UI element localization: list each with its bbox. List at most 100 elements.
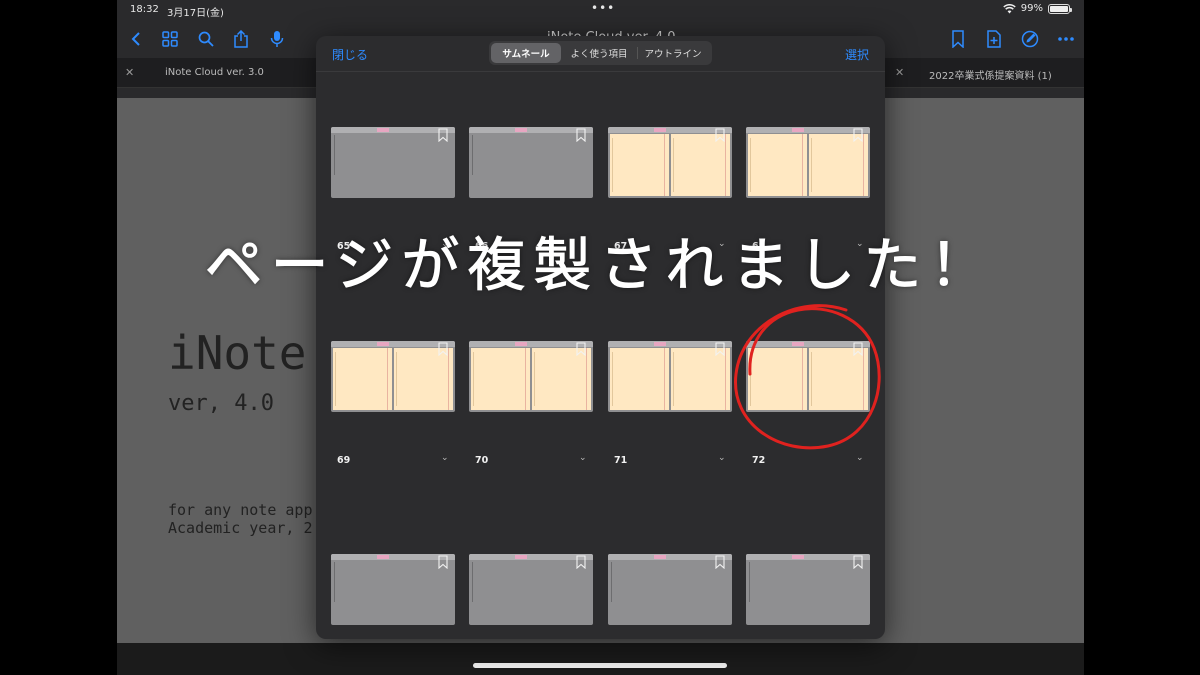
page-thumbnail[interactable]	[331, 127, 455, 198]
thumb-page-left	[610, 134, 669, 196]
highlight-circle	[734, 304, 881, 450]
page-thumbnail[interactable]	[608, 554, 732, 625]
bookmark-icon[interactable]	[853, 128, 863, 142]
thumb-header	[331, 341, 455, 347]
page-number: 69	[337, 455, 351, 466]
thumb-margin-line	[472, 562, 473, 602]
tab-proposal[interactable]: 2022卒業式係提案資料 (1)	[929, 67, 1052, 82]
bookmark-icon[interactable]	[576, 128, 586, 142]
ipad-screen: 18:32 3月17日(金) ••• 99% iNote Cloud ver. …	[117, 0, 1084, 675]
thumb-header	[608, 554, 732, 560]
status-right: 99%	[1003, 3, 1072, 14]
page-number: 70	[475, 455, 489, 466]
more-icon[interactable]	[1055, 28, 1077, 50]
thumb-header	[608, 127, 732, 133]
multitasking-dots-icon[interactable]: •••	[591, 1, 615, 15]
tab-close-icon[interactable]: ✕	[895, 66, 904, 79]
status-time: 18:32	[130, 4, 159, 15]
thumb-margin-line	[334, 135, 335, 175]
page-number: 71	[614, 455, 628, 466]
thumb-tab-marker	[792, 128, 804, 132]
thumb-margin-line	[334, 562, 335, 602]
bookmark-icon[interactable]	[438, 342, 448, 356]
battery-icon	[1048, 3, 1072, 14]
page-thumbnail[interactable]	[608, 127, 732, 198]
microphone-icon[interactable]	[266, 28, 288, 50]
thumb-header	[469, 554, 593, 560]
thumb-margin-line	[611, 562, 612, 602]
page-thumbnail[interactable]	[746, 127, 870, 198]
thumb-page-right	[671, 134, 730, 196]
thumb-page-right	[532, 348, 591, 410]
add-page-icon[interactable]	[983, 28, 1005, 50]
thumb-tab-marker	[377, 342, 389, 346]
thumb-page-right	[394, 348, 453, 410]
thumb-tab-marker	[515, 128, 527, 132]
wifi-icon	[1003, 3, 1016, 13]
page-menu-chevron-icon[interactable]: ⌄	[579, 453, 587, 463]
thumb-page-left	[333, 348, 392, 410]
thumb-margin-line	[472, 135, 473, 175]
bookmark-icon[interactable]	[576, 342, 586, 356]
page-number: 72	[752, 455, 766, 466]
pencil-circle-icon[interactable]	[1019, 28, 1041, 50]
thumb-margin-line	[749, 562, 750, 602]
doc-version-text: ver, 4.0	[168, 391, 274, 416]
page-menu-chevron-icon[interactable]: ⌄	[718, 453, 726, 463]
search-icon[interactable]	[195, 28, 217, 50]
thumb-header	[746, 554, 870, 560]
popover-header: 閉じる サムネール よく使う項目 アウトライン 選択	[316, 36, 885, 72]
thumb-tab-marker	[377, 555, 389, 559]
thumb-page-right	[809, 134, 868, 196]
thumb-header	[331, 127, 455, 133]
bookmark-icon[interactable]	[438, 555, 448, 569]
thumb-page-left	[471, 348, 530, 410]
thumb-tab-marker	[515, 555, 527, 559]
thumb-page-right	[671, 348, 730, 410]
battery-fill	[1050, 5, 1068, 12]
thumb-tab-marker	[654, 342, 666, 346]
thumb-page-left	[748, 134, 807, 196]
thumb-header	[331, 554, 455, 560]
segment-thumbnails[interactable]: サムネール	[491, 43, 561, 63]
close-button[interactable]: 閉じる	[332, 46, 368, 63]
share-icon[interactable]	[230, 28, 252, 50]
thumb-tab-marker	[515, 342, 527, 346]
bookmark-icon[interactable]	[576, 555, 586, 569]
page-menu-chevron-icon[interactable]: ⌄	[441, 453, 449, 463]
segment-favorites[interactable]: よく使う項目	[561, 43, 637, 63]
segment-outline[interactable]: アウトライン	[638, 43, 708, 63]
page-thumbnail[interactable]	[608, 341, 732, 412]
duplicated-caption: ページが複製されました！	[204, 231, 996, 300]
thumb-header	[608, 341, 732, 347]
page-thumbnail[interactable]	[469, 341, 593, 412]
home-indicator[interactable]	[473, 663, 727, 668]
back-chevron-icon[interactable]	[125, 28, 147, 50]
tab-inote-3[interactable]: iNote Cloud ver. 3.0	[165, 67, 264, 78]
page-thumbnail[interactable]	[331, 341, 455, 412]
bookmark-icon[interactable]	[853, 555, 863, 569]
thumb-tab-marker	[654, 555, 666, 559]
tab-close-icon[interactable]: ✕	[125, 66, 134, 79]
bookmark-icon[interactable]	[438, 128, 448, 142]
page-thumbnail[interactable]	[746, 554, 870, 625]
thumb-header	[469, 341, 593, 347]
doc-subtitle: for any note app Academic year, 2	[168, 501, 313, 537]
bookmark-icon[interactable]	[947, 28, 969, 50]
view-segmented-control: サムネール よく使う項目 アウトライン	[489, 41, 712, 65]
page-thumbnail[interactable]	[469, 127, 593, 198]
doc-line-2: Academic year, 2	[168, 519, 313, 537]
bookmark-icon[interactable]	[715, 128, 725, 142]
thumb-page-left	[610, 348, 669, 410]
thumb-tab-marker	[377, 128, 389, 132]
page-thumbnail[interactable]	[331, 554, 455, 625]
thumb-tab-marker	[654, 128, 666, 132]
grid-icon[interactable]	[159, 28, 181, 50]
status-date: 3月17日(金)	[167, 8, 224, 19]
thumb-header	[469, 127, 593, 133]
bookmark-icon[interactable]	[715, 342, 725, 356]
thumb-tab-marker	[792, 555, 804, 559]
select-button[interactable]: 選択	[845, 46, 869, 63]
bookmark-icon[interactable]	[715, 555, 725, 569]
page-thumbnail[interactable]	[469, 554, 593, 625]
